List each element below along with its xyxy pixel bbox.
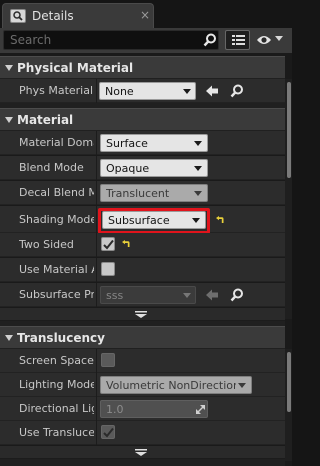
show-advanced-expander[interactable]	[0, 446, 285, 459]
search-input[interactable]	[10, 32, 200, 48]
column-divider	[96, 206, 97, 233]
dropdown-value: Opaque	[106, 162, 150, 175]
dropdown-value: Surface	[106, 137, 148, 150]
row-subsurface-profile: Subsurface Profile sss	[0, 283, 285, 307]
chevron-down-icon	[5, 65, 13, 71]
details-icon	[10, 9, 26, 23]
row-blend-mode: Blend Mode Opaque	[0, 156, 285, 180]
search-field	[3, 30, 219, 50]
list-view-icon	[232, 35, 245, 45]
column-divider	[96, 233, 97, 257]
number-value: 1.0	[106, 403, 124, 416]
scrollbar-thumb[interactable]	[287, 82, 291, 178]
row-material-domain: Material Domain Surface	[0, 131, 285, 155]
screen-space-reflections-checkbox	[101, 353, 115, 367]
property-label: Use Material Attributes	[19, 263, 94, 276]
search-bar	[0, 28, 292, 53]
column-divider	[96, 156, 97, 180]
column-divider	[96, 397, 97, 421]
property-label: Screen Space Reflections	[19, 354, 94, 367]
chevron-down-icon	[194, 141, 202, 146]
chevron-down-icon	[5, 335, 13, 341]
column-divider	[96, 79, 97, 103]
row-use-translucency-vertex-fog: Use Translucency Vertex Fog	[0, 421, 285, 445]
chevron-down-icon	[183, 89, 191, 94]
category-title: Translucency	[17, 331, 105, 345]
column-divider	[96, 283, 97, 307]
property-label: Directional Lighting Intensity	[19, 402, 94, 415]
category-title: Material	[17, 113, 74, 127]
blend-mode-dropdown[interactable]: Opaque	[100, 159, 208, 177]
row-lighting-mode: Lighting Mode Volumetric NonDirectional	[0, 373, 285, 397]
lighting-mode-dropdown: Volumetric NonDirectional	[100, 376, 252, 394]
scrollbar-thumb[interactable]	[287, 352, 291, 412]
row-use-material-attributes: Use Material Attributes	[0, 258, 285, 282]
chevron-down-icon	[194, 191, 202, 196]
dropdown-value: Volumetric NonDirectional	[106, 379, 236, 392]
two-sided-checkbox[interactable]	[101, 237, 115, 251]
decal-blend-mode-dropdown: Translucent	[100, 184, 208, 202]
property-matrix-button[interactable]	[225, 30, 250, 50]
chevron-down-icon[interactable]	[275, 36, 283, 42]
arrow-left-icon	[206, 289, 218, 301]
spin-arrows-icon	[196, 405, 205, 414]
reset-to-default-icon[interactable]	[215, 216, 224, 225]
arrow-left-icon[interactable]	[205, 84, 219, 98]
show-advanced-expander[interactable]	[0, 308, 285, 321]
dropdown-value: None	[105, 85, 134, 98]
chevron-down-icon	[238, 383, 246, 388]
chevron-down-icon	[5, 117, 13, 123]
use-translucency-vertex-fog-checkbox	[101, 425, 115, 439]
checkmark-icon	[103, 239, 114, 250]
checkmark-icon	[103, 427, 114, 438]
reset-to-default-icon[interactable]	[121, 240, 130, 249]
dropdown-value: sss	[106, 289, 124, 302]
eye-icon[interactable]	[256, 34, 272, 46]
category-physical-material[interactable]: Physical Material	[0, 56, 285, 79]
row-screen-space-reflections: Screen Space Reflections	[0, 349, 285, 373]
tab-details[interactable]: Details ×	[2, 3, 154, 28]
column-divider	[96, 349, 97, 373]
property-label: Shading Model	[19, 213, 94, 226]
details-panel: Details × Physical	[0, 0, 292, 466]
column-divider	[96, 258, 97, 282]
shading-model-highlight	[98, 208, 210, 234]
browse-search-icon[interactable]	[230, 84, 244, 98]
row-phys-material: Phys Material None	[0, 79, 285, 103]
category-translucency[interactable]: Translucency	[0, 326, 285, 349]
chevron-down-icon	[135, 311, 147, 318]
property-label: Subsurface Profile	[19, 288, 94, 301]
search-icon[interactable]	[203, 33, 217, 47]
chevron-down-icon	[135, 449, 147, 456]
property-label: Decal Blend Mode	[19, 186, 94, 199]
property-label: Use Translucency Vertex Fog	[19, 426, 94, 439]
close-tab-button[interactable]: ×	[140, 8, 150, 22]
browse-search-icon[interactable]	[230, 288, 244, 302]
category-title: Physical Material	[17, 61, 134, 75]
column-divider	[96, 181, 97, 205]
column-divider	[96, 373, 97, 397]
chevron-down-icon	[194, 166, 202, 171]
property-label: Material Domain	[19, 136, 94, 149]
property-label: Lighting Mode	[19, 378, 94, 391]
phys-material-dropdown[interactable]: None	[99, 82, 196, 100]
material-domain-dropdown[interactable]: Surface	[100, 134, 208, 152]
row-directional-lighting-intensity: Directional Lighting Intensity 1.0	[0, 397, 285, 421]
chevron-down-icon	[183, 293, 191, 298]
tab-strip: Details ×	[0, 0, 292, 28]
use-material-attributes-checkbox[interactable]	[101, 262, 115, 276]
property-label: Two Sided	[19, 238, 74, 251]
panel-bottom	[0, 459, 285, 466]
category-material[interactable]: Material	[0, 108, 285, 131]
property-label: Phys Material	[19, 84, 94, 97]
directional-lighting-intensity-field: 1.0	[100, 400, 208, 418]
row-decal-blend-mode: Decal Blend Mode Translucent	[0, 181, 285, 205]
dropdown-value: Translucent	[106, 187, 170, 200]
tab-title: Details	[32, 9, 74, 23]
property-label: Blend Mode	[19, 161, 84, 174]
column-divider	[96, 131, 97, 155]
column-divider	[96, 421, 97, 445]
row-two-sided: Two Sided	[0, 233, 285, 257]
subsurface-profile-dropdown: sss	[100, 286, 196, 304]
